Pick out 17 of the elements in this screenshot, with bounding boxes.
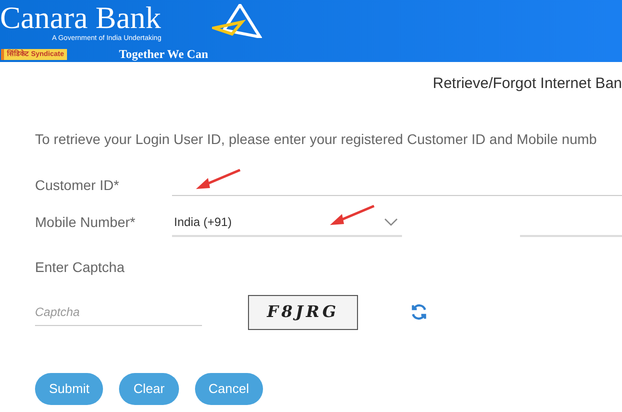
form-button[interactable]: Cancel [194,372,264,404]
refresh-icon[interactable] [410,303,428,321]
captcha-field[interactable]: Captcha [35,298,202,326]
form-button[interactable]: Clear [119,372,179,404]
chevron-down-icon [384,218,398,226]
slogan: Together We Can [119,46,208,63]
arrow-annotation [330,204,376,226]
customer-id-label: Customer ID* [35,176,120,194]
arrow-annotation [196,168,242,190]
form-button[interactable]: Submit [35,372,104,404]
triangle-logo-icon [212,4,262,38]
bank-name: Canara Bank [0,2,162,34]
page-title: Retrieve/Forgot Internet Ban [432,74,622,94]
captcha-image: F8JRG [248,294,358,330]
captcha-label: Enter Captcha [34,258,126,277]
mobile-label: Mobile Number* [35,212,136,232]
intro-text: To retrieve your Login User ID, please enter your registered Customer ID and Mobile numb [34,130,598,149]
